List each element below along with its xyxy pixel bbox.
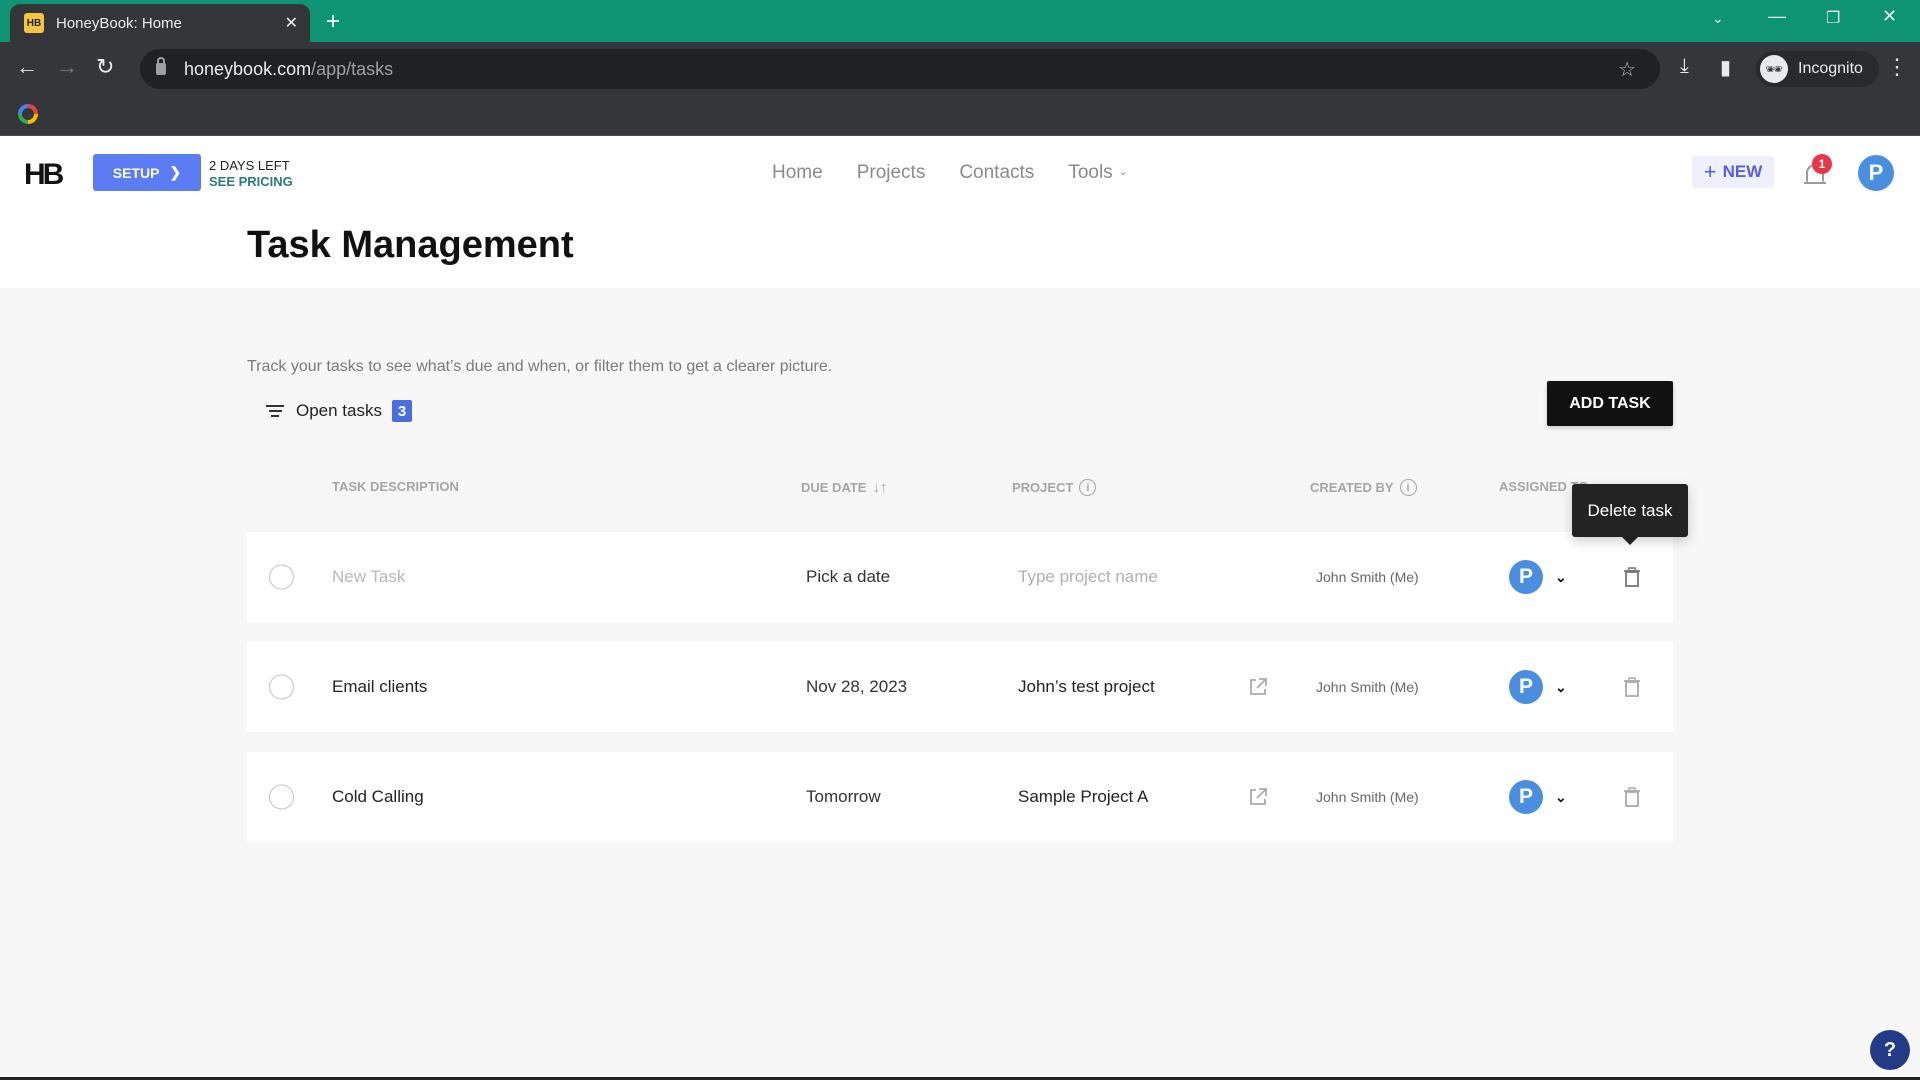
forward-icon[interactable]: →	[56, 54, 78, 80]
plus-icon: +	[1703, 159, 1717, 184]
column-label: PROJECT	[1012, 480, 1074, 495]
project-name[interactable]: John’s test project	[1018, 677, 1155, 697]
app-header: HB SETUP ❯ 2 DAYS LEFT SEE PRICING Home …	[0, 136, 1920, 288]
open-tasks-filter[interactable]: Open tasks 3	[266, 400, 412, 422]
lock-icon	[156, 57, 166, 75]
url-path: /app/tasks	[311, 58, 394, 79]
info-icon[interactable]: i	[1079, 479, 1097, 496]
restore-icon[interactable]: ❐	[1826, 8, 1840, 28]
minimize-icon[interactable]: —	[1768, 6, 1786, 27]
new-label: NEW	[1722, 162, 1763, 181]
created-by: John Smith (Me)	[1316, 569, 1419, 585]
assignee-avatar: P	[1509, 560, 1543, 594]
browser-menu-icon[interactable]: ⋮	[1886, 54, 1908, 80]
user-avatar[interactable]: P	[1858, 155, 1894, 191]
task-row-new: New Task Pick a date Type project name J…	[247, 532, 1673, 622]
info-icon[interactable]: i	[1399, 479, 1417, 496]
assignee-dropdown[interactable]: P ⌄	[1509, 780, 1567, 814]
assignee-dropdown[interactable]: P ⌄	[1509, 560, 1567, 594]
setup-label: SETUP	[112, 164, 160, 181]
assignee-avatar: P	[1509, 670, 1543, 704]
due-date[interactable]: Nov 28, 2023	[806, 677, 907, 697]
incognito-label: Incognito	[1798, 60, 1863, 77]
created-by: John Smith (Me)	[1316, 789, 1419, 805]
project-name-input[interactable]: Type project name	[1018, 567, 1158, 587]
close-tab-icon[interactable]: ✕	[285, 13, 298, 33]
external-link-icon[interactable]	[1248, 787, 1268, 807]
bookmark-star-icon[interactable]: ☆	[1618, 57, 1636, 82]
chevron-down-icon: ⌄	[1555, 678, 1567, 695]
new-tab-icon[interactable]: +	[326, 8, 340, 36]
external-link-icon[interactable]	[1248, 677, 1268, 697]
task-row: Email clients Nov 28, 2023 John’s test p…	[247, 642, 1673, 732]
nav-tools[interactable]: Tools ⌄	[1068, 162, 1128, 184]
assignee-dropdown[interactable]: P ⌄	[1509, 670, 1567, 704]
add-task-button[interactable]: ADD TASK	[1547, 381, 1673, 426]
reload-icon[interactable]: ↻	[96, 54, 114, 80]
assignee-avatar: P	[1509, 780, 1543, 814]
trial-days-left: 2 DAYS LEFT	[209, 158, 290, 173]
column-task-description: TASK DESCRIPTION	[332, 479, 459, 494]
incognito-icon: 🕶	[1760, 55, 1788, 83]
trash-icon[interactable]	[1623, 567, 1641, 587]
nav-contacts[interactable]: Contacts	[959, 162, 1034, 184]
due-date[interactable]: Tomorrow	[806, 787, 881, 807]
honeybook-logo[interactable]: HB	[24, 158, 64, 192]
google-bookmark-icon[interactable]	[18, 104, 38, 124]
task-name[interactable]: Email clients	[332, 677, 427, 697]
side-panel-icon[interactable]: ▮	[1720, 55, 1731, 80]
close-window-icon[interactable]: ✕	[1882, 6, 1897, 27]
chevron-down-icon: ⌄	[1118, 166, 1128, 178]
chevron-down-icon: ⌄	[1555, 568, 1567, 585]
url-host: honeybook.com	[184, 58, 312, 79]
browser-tab[interactable]: HB HoneyBook: Home ✕	[10, 4, 310, 42]
task-name-input[interactable]: New Task	[332, 567, 405, 587]
help-button[interactable]: ?	[1870, 1030, 1910, 1070]
sort-icon[interactable]: ↓↑	[872, 479, 887, 496]
see-pricing-link[interactable]: SEE PRICING	[209, 174, 293, 190]
tab-search-icon[interactable]: ⌄	[1712, 10, 1724, 27]
page-title: Task Management	[247, 224, 574, 266]
project-name[interactable]: Sample Project A	[1018, 787, 1148, 807]
complete-checkbox[interactable]	[269, 674, 294, 700]
nav-tools-label: Tools	[1068, 162, 1113, 183]
honeybook-favicon-icon: HB	[24, 13, 44, 33]
tab-title: HoneyBook: Home	[56, 14, 182, 32]
page-description: Track your tasks to see what’s due and w…	[247, 358, 833, 375]
due-date-picker[interactable]: Pick a date	[806, 567, 890, 587]
address-bar[interactable]: honeybook.com/app/tasks ☆	[140, 49, 1660, 89]
setup-button[interactable]: SETUP ❯	[93, 154, 201, 191]
delete-task-tooltip: Delete task	[1572, 484, 1688, 545]
filter-icon	[266, 402, 284, 420]
complete-checkbox[interactable]	[269, 784, 294, 810]
complete-checkbox[interactable]	[269, 564, 294, 590]
download-icon[interactable]: ⤓	[1680, 55, 1689, 78]
column-label: TASK DESCRIPTION	[332, 479, 459, 494]
column-project: PROJECT i	[1012, 479, 1097, 496]
filter-label: Open tasks	[296, 401, 382, 420]
chevron-down-icon: ⌄	[1555, 788, 1567, 805]
nav-projects[interactable]: Projects	[857, 162, 926, 184]
incognito-profile[interactable]: 🕶 Incognito	[1756, 51, 1879, 87]
new-button[interactable]: + NEW	[1692, 156, 1774, 188]
task-row: Cold Calling Tomorrow Sample Project A J…	[247, 752, 1673, 842]
task-name[interactable]: Cold Calling	[332, 787, 424, 807]
main-nav: Home Projects Contacts Tools ⌄	[772, 162, 1128, 184]
browser-tab-bar: HB HoneyBook: Home ✕ + ⌄ — ❐ ✕	[0, 0, 1920, 42]
notification-badge: 1	[1812, 154, 1832, 174]
chevron-right-icon: ❯	[169, 164, 182, 180]
column-created-by: CREATED BY i	[1310, 479, 1417, 496]
column-label: DUE DATE	[801, 480, 867, 495]
column-label: CREATED BY	[1310, 480, 1394, 495]
back-icon[interactable]: ←	[16, 54, 38, 80]
bookmarks-bar	[0, 96, 1920, 136]
trash-icon[interactable]	[1623, 787, 1641, 807]
nav-home[interactable]: Home	[772, 162, 823, 184]
trash-icon[interactable]	[1623, 677, 1641, 697]
column-due-date[interactable]: DUE DATE ↓↑	[801, 479, 887, 496]
browser-toolbar: ← → ↻ honeybook.com/app/tasks ☆ ⤓ ▮ 🕶 In…	[0, 42, 1920, 96]
task-count-badge: 3	[392, 400, 412, 422]
trial-info: 2 DAYS LEFT SEE PRICING	[209, 158, 293, 190]
created-by: John Smith (Me)	[1316, 679, 1419, 695]
